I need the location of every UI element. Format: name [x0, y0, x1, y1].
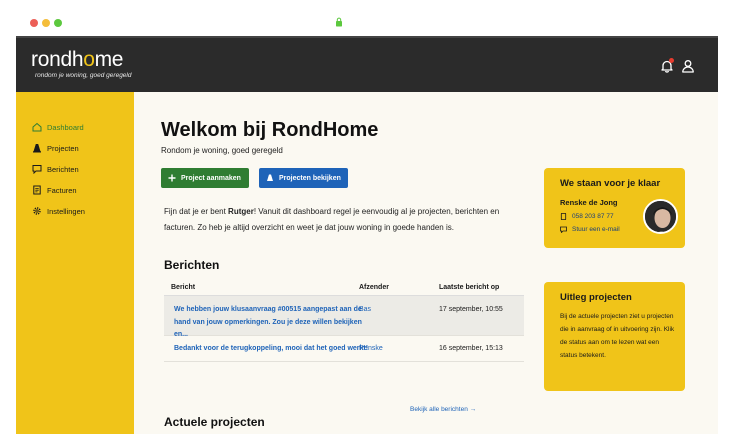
contact-card: We staan voor je klaar Renske de Jong 05… [544, 168, 685, 248]
message-date: 17 september, 10:55 [439, 306, 503, 313]
chat-icon [560, 226, 567, 233]
notification-badge [669, 58, 674, 63]
sidebar-item-label: Dashboard [47, 122, 84, 132]
top-bar: rondhome rondom je woning, goed geregeld [16, 36, 718, 92]
table-row[interactable]: We hebben jouw klusaanvraag #00515 aange… [164, 296, 524, 338]
message-icon [32, 165, 42, 174]
cone-icon [33, 144, 41, 153]
contact-card-title: We staan voor je klaar [560, 178, 661, 189]
sidebar-item-label: Instellingen [47, 206, 85, 216]
plus-icon [168, 174, 176, 182]
lock-icon [336, 17, 342, 27]
view-all-messages-link[interactable]: Bekijk alle berichten → [410, 406, 476, 413]
app-window: rondhome rondom je woning, goed geregeld… [16, 36, 718, 434]
phone-number[interactable]: 058 203 87 77 [572, 213, 614, 220]
sidebar-item-dashboard[interactable]: Dashboard [32, 120, 84, 134]
projects-heading: Actuele projecten [164, 415, 265, 429]
avatar-photo [645, 201, 676, 232]
info-card-title: Uitleg projecten [560, 292, 632, 303]
phone-icon [560, 213, 567, 220]
logo[interactable]: rondhome [31, 48, 123, 72]
messages-table: Bericht Afzender Laatste bericht op We h… [164, 280, 524, 362]
sidebar-item-label: Facturen [47, 185, 77, 195]
email-link[interactable]: Stuur een e-mail [572, 226, 620, 233]
phone-contact[interactable]: 058 203 87 77 [560, 213, 614, 220]
column-header: Bericht [171, 284, 196, 291]
contact-name: Renske de Jong [560, 198, 618, 207]
user-icon[interactable] [681, 59, 695, 73]
info-card-text: Bij de actuele projecten ziet u projecte… [560, 313, 675, 359]
info-card: Uitleg projecten Bij de actuele projecte… [544, 282, 685, 391]
table-header: Bericht Afzender Laatste bericht op [164, 280, 524, 296]
table-row[interactable]: Bedankt voor de terugkoppeling, mooi dat… [164, 336, 524, 362]
view-projects-label: Projecten bekijken [279, 174, 341, 182]
sidebar-item-label: Berichten [47, 164, 79, 174]
avatar [643, 199, 678, 234]
logo-tagline: rondom je woning, goed geregeld [35, 72, 132, 79]
message-sender[interactable]: Bas [359, 306, 371, 313]
sidebar-item-projecten[interactable]: Projecten [32, 141, 79, 155]
message-sender[interactable]: Renske [359, 345, 383, 352]
document-icon [33, 185, 41, 195]
email-contact[interactable]: Stuur een e-mail [560, 226, 620, 233]
gear-icon [33, 207, 41, 215]
sidebar-item-facturen[interactable]: Facturen [32, 183, 77, 197]
new-project-button[interactable]: Project aanmaken [161, 168, 249, 188]
column-header: Laatste bericht op [439, 284, 500, 291]
user-name: Rutger [228, 207, 254, 216]
sidebar-item-label: Projecten [47, 143, 79, 153]
window-minimize-dot[interactable] [42, 19, 50, 27]
intro-text: Fijn dat je er bent Rutger! Vanuit dit d… [164, 207, 500, 232]
sidebar: Dashboard Projecten Berichten Facturen I… [16, 92, 134, 434]
home-icon [32, 122, 42, 132]
sidebar-item-instellingen[interactable]: Instellingen [32, 204, 85, 218]
browser-chrome [0, 0, 738, 36]
view-projects-button[interactable]: Projecten bekijken [259, 168, 348, 188]
new-project-label: Project aanmaken [181, 174, 241, 182]
window-maximize-dot[interactable] [54, 19, 62, 27]
window-close-dot[interactable] [30, 19, 38, 27]
main-content: Welkom bij RondHome Rondom je woning, go… [134, 92, 718, 434]
sidebar-item-berichten[interactable]: Berichten [32, 162, 79, 176]
page-title: Welkom bij RondHome [161, 119, 379, 141]
cone-icon [267, 174, 273, 181]
message-date: 16 september, 15:13 [439, 345, 503, 352]
messages-heading: Berichten [164, 258, 220, 272]
page-subtitle: Rondom je woning, goed geregeld [161, 146, 283, 155]
column-header: Afzender [359, 284, 389, 291]
message-link[interactable]: Bedankt voor de terugkoppeling, mooi dat… [174, 345, 368, 352]
browser-window: rondhome rondom je woning, goed geregeld… [0, 0, 738, 434]
